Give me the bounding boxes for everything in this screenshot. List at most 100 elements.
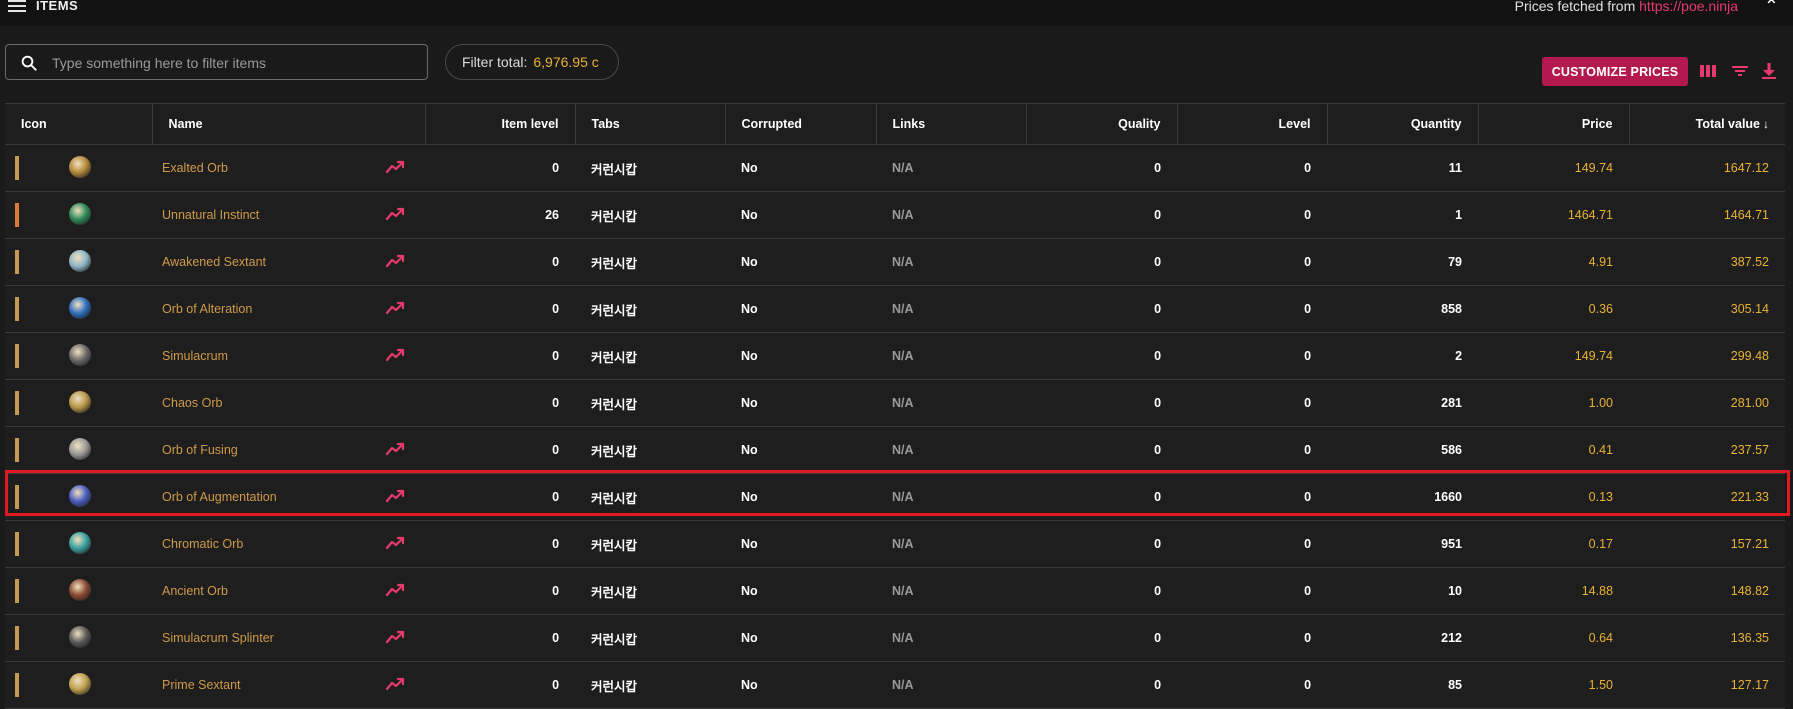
item-icon-cell bbox=[5, 238, 152, 286]
rarity-bar bbox=[15, 250, 19, 274]
table-row[interactable]: Orb of Alteration 0 커런시캅 No N/A 0 0 858 0.36 305.… bbox=[5, 285, 1786, 333]
item-level-cell: 0 bbox=[425, 520, 576, 568]
tab-cell: 커런시캅 bbox=[575, 332, 726, 380]
table-row[interactable]: Exalted Orb 0 커런시캅 No N/A 0 0 11 149.74 1647.12 bbox=[5, 144, 1786, 192]
quality-cell: 0 bbox=[1026, 191, 1178, 239]
section-title: ITEMS bbox=[36, 0, 79, 13]
item-name[interactable]: Awakened Sextant bbox=[152, 238, 367, 286]
trending-up-icon[interactable] bbox=[385, 677, 406, 691]
col-header-tabs[interactable]: Tabs bbox=[575, 103, 726, 145]
rarity-bar bbox=[15, 203, 19, 227]
filter-total-label: Filter total: bbox=[462, 54, 528, 70]
table-row[interactable]: Chromatic Orb 0 커런시캅 No N/A 0 0 951 0.17 157.21 bbox=[5, 520, 1786, 568]
quality-cell: 0 bbox=[1026, 473, 1178, 521]
links-cell: N/A bbox=[876, 285, 1027, 333]
item-name[interactable]: Ancient Orb bbox=[152, 567, 367, 615]
item-name[interactable]: Simulacrum Splinter bbox=[152, 614, 367, 662]
download-icon[interactable] bbox=[1760, 62, 1778, 80]
customize-prices-button[interactable]: CUSTOMIZE PRICES bbox=[1542, 57, 1688, 86]
item-name[interactable]: Exalted Orb bbox=[152, 144, 367, 192]
col-header-level[interactable]: Level bbox=[1177, 103, 1328, 145]
col-header-icon[interactable]: Icon bbox=[5, 103, 153, 145]
poe-ninja-link[interactable]: https://poe.ninja bbox=[1639, 0, 1738, 14]
item-level-cell: 0 bbox=[425, 661, 576, 709]
search-input[interactable] bbox=[50, 45, 414, 81]
filter-total-chip: Filter total: 6,976.95 c bbox=[445, 44, 619, 80]
item-name[interactable]: Prime Sextant bbox=[152, 661, 367, 709]
trending-up-icon[interactable] bbox=[385, 536, 406, 550]
chevron-up-icon[interactable]: ⌃ bbox=[1764, 0, 1779, 17]
search-box[interactable] bbox=[5, 44, 428, 81]
col-header-corrupted[interactable]: Corrupted bbox=[725, 103, 877, 145]
col-header-quality[interactable]: Quality bbox=[1026, 103, 1178, 145]
item-icon bbox=[69, 579, 91, 601]
trending-up-icon[interactable] bbox=[385, 207, 406, 221]
search-icon bbox=[21, 55, 37, 71]
item-name[interactable]: Orb of Fusing bbox=[152, 426, 367, 474]
corrupted-cell: No bbox=[725, 661, 877, 709]
item-name[interactable]: Orb of Augmentation bbox=[152, 473, 367, 521]
rarity-bar bbox=[15, 626, 19, 650]
trend-cell bbox=[367, 661, 426, 709]
quantity-cell: 1660 bbox=[1327, 473, 1479, 521]
total-value-cell: 136.35 bbox=[1629, 614, 1786, 662]
total-value-cell: 157.21 bbox=[1629, 520, 1786, 568]
quality-cell: 0 bbox=[1026, 661, 1178, 709]
trending-up-icon[interactable] bbox=[385, 630, 406, 644]
item-level-cell: 0 bbox=[425, 379, 576, 427]
items-table-container: Icon Name Item level Tabs Corrupted Link… bbox=[5, 103, 1793, 709]
table-row[interactable]: Orb of Augmentation 0 커런시캅 No N/A 0 0 1660 0.13 2… bbox=[5, 473, 1786, 521]
trend-cell bbox=[367, 144, 426, 192]
item-name[interactable]: Simulacrum bbox=[152, 332, 367, 380]
corrupted-cell: No bbox=[725, 520, 877, 568]
col-header-item-level[interactable]: Item level bbox=[425, 103, 576, 145]
trending-up-icon[interactable] bbox=[385, 254, 406, 268]
corrupted-cell: No bbox=[725, 614, 877, 662]
item-name[interactable]: Chromatic Orb bbox=[152, 520, 367, 568]
col-header-total-value[interactable]: Total value ↓ bbox=[1629, 103, 1786, 145]
col-header-price[interactable]: Price bbox=[1478, 103, 1630, 145]
trending-up-icon[interactable] bbox=[385, 348, 406, 362]
table-row[interactable]: Unnatural Instinct 26 커런시캅 No N/A 0 0 1 1464.71 1… bbox=[5, 191, 1786, 239]
trending-up-icon[interactable] bbox=[385, 160, 406, 174]
links-cell: N/A bbox=[876, 379, 1027, 427]
trending-up-icon[interactable] bbox=[385, 442, 406, 456]
level-cell: 0 bbox=[1177, 473, 1328, 521]
col-header-name[interactable]: Name bbox=[152, 103, 426, 145]
trend-cell bbox=[367, 473, 426, 521]
items-table: Icon Name Item level Tabs Corrupted Link… bbox=[5, 103, 1786, 709]
item-level-cell: 0 bbox=[425, 567, 576, 615]
level-cell: 0 bbox=[1177, 379, 1328, 427]
quantity-cell: 10 bbox=[1327, 567, 1479, 615]
col-header-links[interactable]: Links bbox=[876, 103, 1027, 145]
table-row[interactable]: Awakened Sextant 0 커런시캅 No N/A 0 0 79 4.91 387.52 bbox=[5, 238, 1786, 286]
quality-cell: 0 bbox=[1026, 238, 1178, 286]
item-name[interactable]: Chaos Orb bbox=[152, 379, 367, 427]
table-row[interactable]: Prime Sextant 0 커런시캅 No N/A 0 0 85 1.50 127.17 bbox=[5, 661, 1786, 709]
item-name[interactable]: Unnatural Instinct bbox=[152, 191, 367, 239]
item-name[interactable]: Orb of Alteration bbox=[152, 285, 367, 333]
table-header-row: Icon Name Item level Tabs Corrupted Link… bbox=[5, 103, 1786, 145]
filter-icon[interactable] bbox=[1731, 62, 1749, 80]
level-cell: 0 bbox=[1177, 144, 1328, 192]
item-icon bbox=[69, 344, 91, 366]
corrupted-cell: No bbox=[725, 285, 877, 333]
trending-up-icon[interactable] bbox=[385, 583, 406, 597]
columns-icon[interactable] bbox=[1699, 62, 1717, 80]
rarity-bar bbox=[15, 673, 19, 697]
total-value-cell: 281.00 bbox=[1629, 379, 1786, 427]
rarity-bar bbox=[15, 156, 19, 180]
tab-cell: 커런시캅 bbox=[575, 473, 726, 521]
trending-up-icon[interactable] bbox=[385, 489, 406, 503]
table-row[interactable]: Orb of Fusing 0 커런시캅 No N/A 0 0 586 0.41 237.57 bbox=[5, 426, 1786, 474]
menu-icon[interactable] bbox=[8, 0, 26, 14]
table-row[interactable]: Chaos Orb 0 커런시캅 No N/A 0 0 281 1.00 281.00 bbox=[5, 379, 1786, 427]
item-icon bbox=[69, 156, 91, 178]
quantity-cell: 85 bbox=[1327, 661, 1479, 709]
table-row[interactable]: Simulacrum Splinter 0 커런시캅 No N/A 0 0 212 0.64 13… bbox=[5, 614, 1786, 662]
corrupted-cell: No bbox=[725, 191, 877, 239]
table-row[interactable]: Simulacrum 0 커런시캅 No N/A 0 0 2 149.74 299.48 bbox=[5, 332, 1786, 380]
table-row[interactable]: Ancient Orb 0 커런시캅 No N/A 0 0 10 14.88 148.82 bbox=[5, 567, 1786, 615]
col-header-quantity[interactable]: Quantity bbox=[1327, 103, 1479, 145]
trending-up-icon[interactable] bbox=[385, 301, 406, 315]
